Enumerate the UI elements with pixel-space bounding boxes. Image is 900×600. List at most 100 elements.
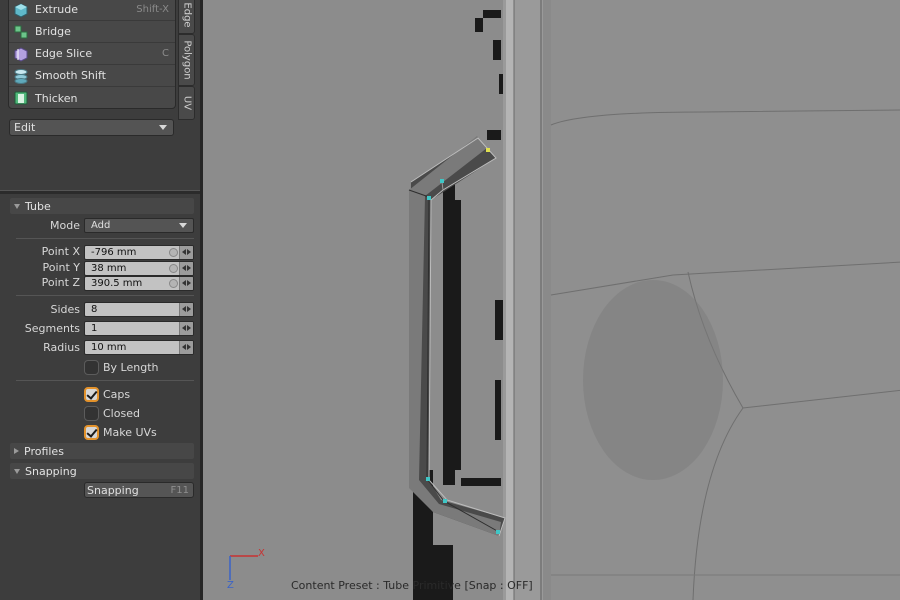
segments-field[interactable]: 1 bbox=[84, 321, 194, 336]
cushion-surface bbox=[551, 0, 900, 600]
edge-slice-tool[interactable]: Edge Slice C bbox=[9, 43, 175, 65]
segments-label: Segments bbox=[24, 322, 80, 335]
axis-z-label: Z bbox=[227, 580, 234, 591]
spinner-icon[interactable] bbox=[179, 303, 193, 316]
handle-point[interactable] bbox=[443, 499, 447, 503]
by-length-check[interactable] bbox=[84, 359, 99, 375]
edit-dropdown[interactable]: Edit bbox=[9, 119, 174, 136]
handle-point[interactable] bbox=[426, 477, 430, 481]
tab-uv[interactable]: UV bbox=[178, 86, 195, 120]
point-y-value: 38 mm bbox=[91, 263, 127, 274]
point-x-field[interactable]: -796 mm bbox=[84, 245, 194, 260]
spinner-icon[interactable] bbox=[179, 341, 193, 354]
profiles-section-header[interactable]: Profiles bbox=[10, 443, 194, 459]
3d-viewport[interactable]: X Z Content Preset : Tube Primitive [Sna… bbox=[200, 0, 900, 600]
cushion-shading bbox=[583, 280, 723, 480]
chevron-down-icon bbox=[179, 223, 187, 228]
tool-panel: Extrude Shift-X Bridge Edge Slice C Smoo… bbox=[0, 0, 200, 600]
tool-properties: Tube Mode Add Point X -796 mm Point Y 38… bbox=[0, 195, 200, 600]
handle-point[interactable] bbox=[496, 530, 500, 534]
smooth-shift-label: Smooth Shift bbox=[35, 69, 106, 82]
sides-label: Sides bbox=[50, 303, 80, 316]
snapping-shortcut: F11 bbox=[170, 484, 189, 496]
make-uvs-label: Make UVs bbox=[103, 425, 157, 439]
handle-point[interactable] bbox=[427, 196, 431, 200]
bridge-tool[interactable]: Bridge bbox=[9, 21, 175, 43]
tool-list: Extrude Shift-X Bridge Edge Slice C Smoo… bbox=[8, 0, 176, 109]
extrude-tool[interactable]: Extrude Shift-X bbox=[9, 0, 175, 21]
spinner-icon[interactable] bbox=[179, 262, 193, 275]
tab-uv-label: UV bbox=[181, 95, 192, 111]
mode-value: Add bbox=[91, 220, 111, 231]
tab-edge[interactable]: Edge bbox=[178, 0, 195, 34]
sides-field[interactable]: 8 bbox=[84, 302, 194, 317]
divider bbox=[16, 238, 194, 239]
point-y-field[interactable]: 38 mm bbox=[84, 261, 194, 276]
snapping-section-label: Snapping bbox=[25, 464, 77, 478]
snapping-button[interactable]: Snapping F11 bbox=[84, 482, 194, 498]
radius-field[interactable]: 10 mm bbox=[84, 340, 194, 355]
edge-slice-icon bbox=[13, 46, 29, 62]
by-length-label: By Length bbox=[103, 360, 159, 374]
frame-highlight bbox=[506, 0, 514, 600]
point-z-label: Point Z bbox=[41, 276, 80, 289]
tube-section-label: Tube bbox=[25, 199, 51, 213]
panel-divider[interactable] bbox=[0, 190, 200, 194]
divider bbox=[16, 380, 194, 381]
bridge-label: Bridge bbox=[35, 25, 71, 38]
tab-polygon-label: Polygon bbox=[181, 40, 192, 80]
smooth-shift-icon bbox=[13, 68, 29, 84]
point-y-label: Point Y bbox=[42, 261, 80, 274]
edge-slice-shortcut: C bbox=[162, 48, 169, 59]
spinner-icon[interactable] bbox=[179, 322, 193, 335]
lock-icon[interactable] bbox=[169, 248, 178, 257]
smooth-shift-tool[interactable]: Smooth Shift bbox=[9, 65, 175, 87]
point-x-label: Point X bbox=[41, 245, 80, 258]
tab-polygon[interactable]: Polygon bbox=[178, 34, 195, 86]
expand-triangle-icon bbox=[14, 468, 20, 474]
segments-value: 1 bbox=[91, 323, 98, 334]
tab-edge-label: Edge bbox=[181, 2, 192, 28]
caps-check[interactable] bbox=[84, 386, 99, 402]
by-length-checkbox[interactable]: By Length bbox=[84, 359, 159, 375]
tube-section-header[interactable]: Tube bbox=[10, 198, 194, 214]
chevron-down-icon bbox=[159, 125, 167, 130]
closed-label: Closed bbox=[103, 406, 140, 420]
mode-dropdown[interactable]: Add bbox=[84, 218, 194, 233]
handle-point[interactable] bbox=[440, 179, 444, 183]
radius-label: Radius bbox=[43, 341, 80, 354]
collapse-triangle-icon bbox=[14, 448, 19, 454]
thicken-tool[interactable]: Thicken bbox=[9, 87, 175, 109]
handle-point[interactable] bbox=[486, 148, 490, 152]
make-uvs-checkbox[interactable]: Make UVs bbox=[84, 424, 157, 440]
snapping-section-header[interactable]: Snapping bbox=[10, 463, 194, 479]
status-text: Content Preset : Tube Primitive [Snap : … bbox=[291, 579, 533, 592]
caps-label: Caps bbox=[103, 387, 131, 401]
thicken-label: Thicken bbox=[35, 91, 78, 105]
extrude-label: Extrude bbox=[35, 3, 79, 16]
edge-slice-label: Edge Slice bbox=[35, 47, 93, 60]
closed-checkbox[interactable]: Closed bbox=[84, 405, 140, 421]
edit-dropdown-value: Edit bbox=[14, 121, 36, 134]
extrude-shortcut: Shift-X bbox=[136, 4, 169, 15]
point-x-value: -796 mm bbox=[91, 247, 137, 258]
sides-value: 8 bbox=[91, 304, 98, 315]
axis-x-label: X bbox=[258, 548, 265, 559]
radius-value: 10 mm bbox=[91, 342, 127, 353]
spinner-icon[interactable] bbox=[179, 277, 193, 290]
bridge-icon bbox=[13, 24, 29, 40]
divider bbox=[16, 295, 194, 296]
lock-icon[interactable] bbox=[169, 279, 178, 288]
caps-checkbox[interactable]: Caps bbox=[84, 386, 130, 402]
extrude-icon bbox=[13, 2, 29, 18]
closed-check[interactable] bbox=[84, 405, 99, 421]
expand-triangle-icon bbox=[14, 203, 20, 209]
side-tabs: Edge Polygon UV bbox=[178, 0, 195, 126]
make-uvs-check[interactable] bbox=[84, 424, 99, 440]
point-z-value: 390.5 mm bbox=[91, 278, 143, 289]
profiles-section-label: Profiles bbox=[24, 444, 64, 458]
lock-icon[interactable] bbox=[169, 264, 178, 273]
point-z-field[interactable]: 390.5 mm bbox=[84, 276, 194, 291]
snapping-button-label: Snapping bbox=[87, 483, 139, 497]
spinner-icon[interactable] bbox=[179, 246, 193, 259]
